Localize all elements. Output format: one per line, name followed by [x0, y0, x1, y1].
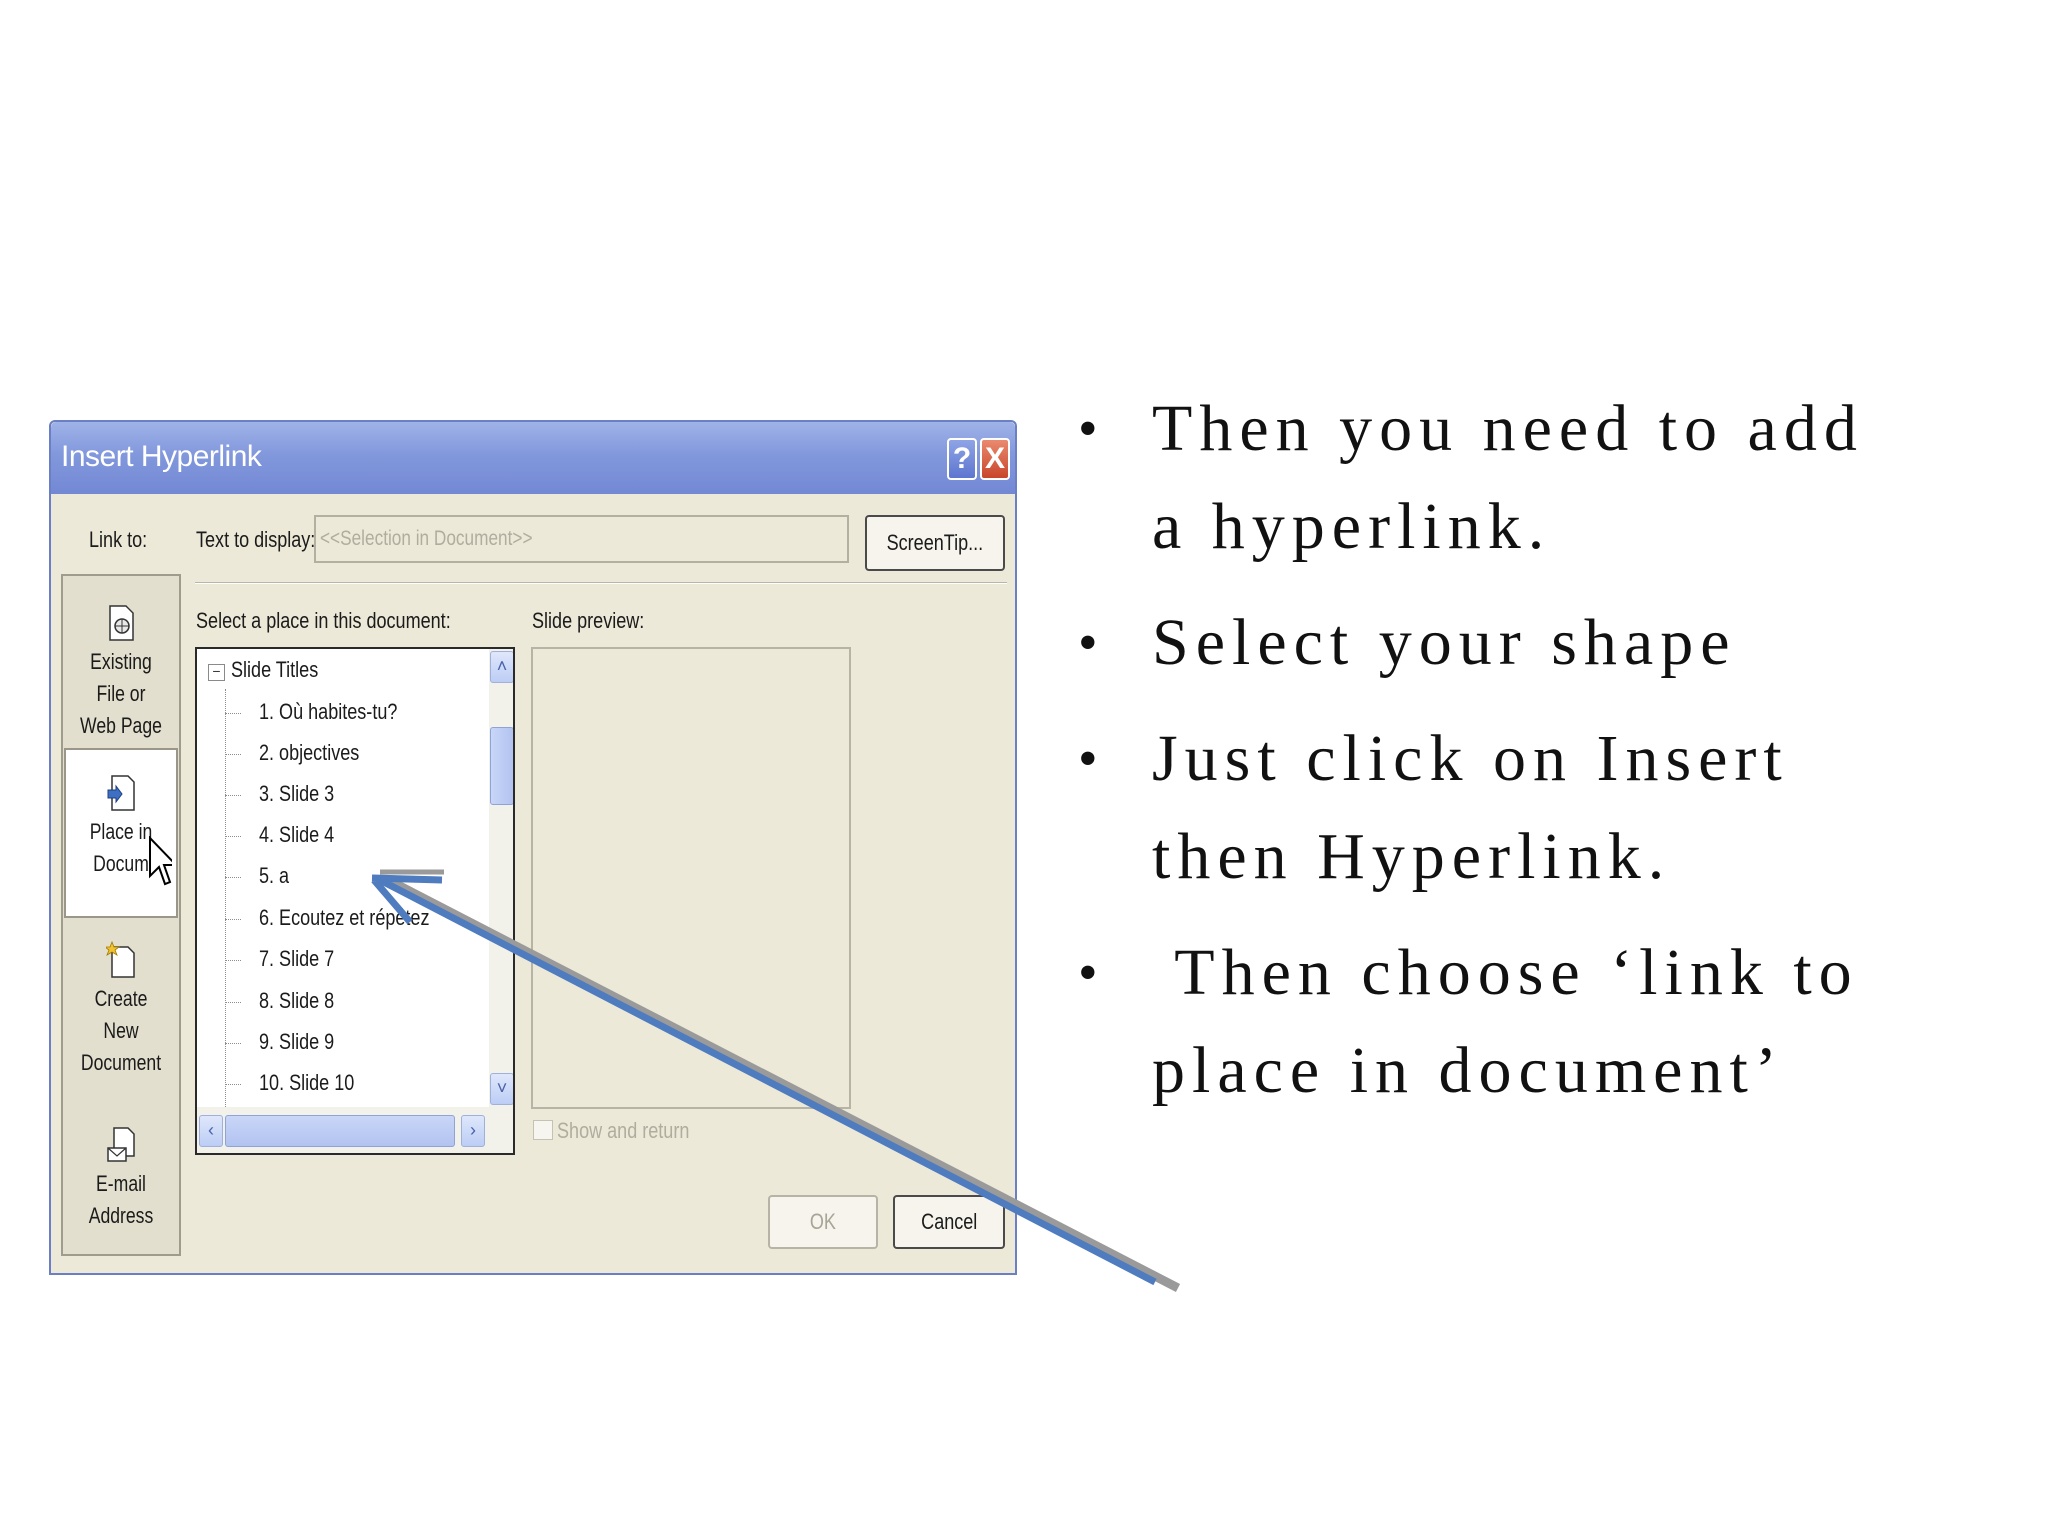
- instruction-bullets: • Then you need to add a hyperlink. • Se…: [1070, 380, 2030, 1138]
- bullet-text-line2: place in document’: [1152, 1034, 1784, 1107]
- bullet-text-line1: Then choose ‘link to: [1152, 936, 1859, 1009]
- bullet-item: • Just click on Insert then Hyperlink.: [1070, 710, 2030, 906]
- bullet-item: • Select your shape: [1070, 594, 2030, 692]
- bullet-item: • Then you need to add a hyperlink.: [1070, 380, 2030, 576]
- bullet-text-line2: a hyperlink.: [1152, 490, 1552, 563]
- bullet-text-line2: then Hyperlink.: [1152, 820, 1672, 893]
- bullet-text-line1: Select your shape: [1152, 606, 1737, 679]
- bullet-item: • Then choose ‘link to place in document…: [1070, 924, 2030, 1120]
- bullet-text-line1: Just click on Insert: [1152, 722, 1789, 795]
- bullet-text-line1: Then you need to add: [1152, 392, 1864, 465]
